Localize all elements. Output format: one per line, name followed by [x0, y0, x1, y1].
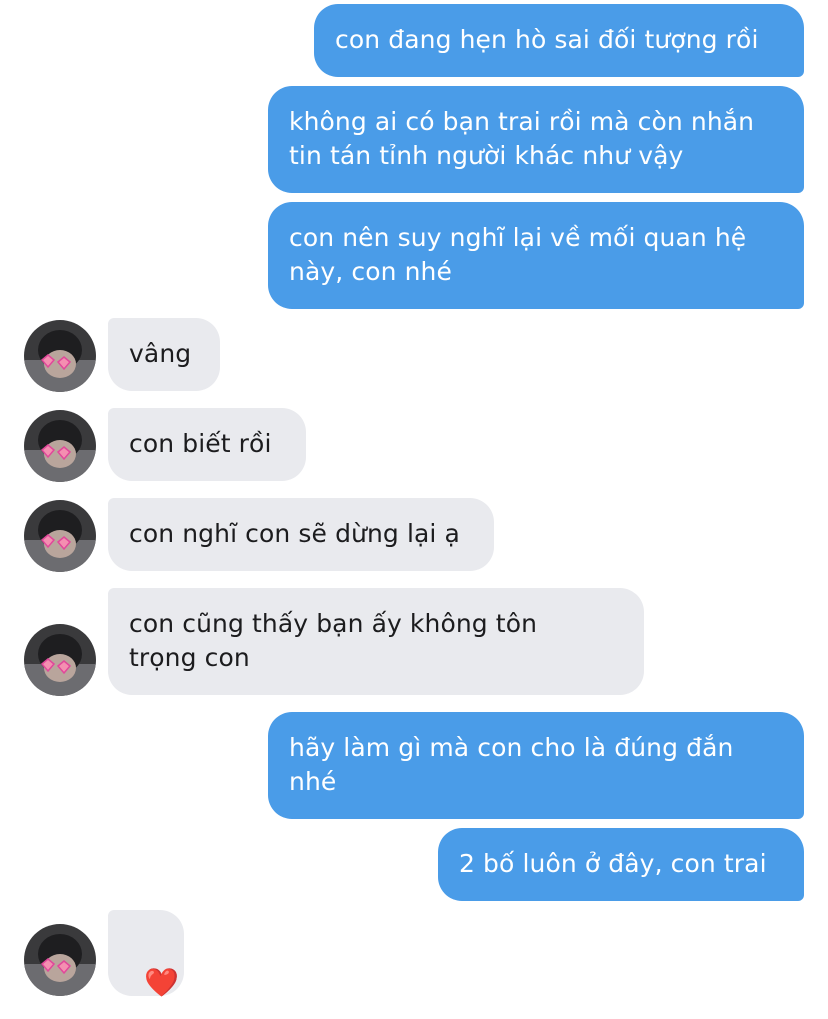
avatar-photo-icon	[24, 624, 96, 696]
message-bubble-incoming[interactable]: ❤️	[108, 910, 184, 999]
avatar-photo-icon	[24, 500, 96, 572]
contact-avatar	[24, 500, 96, 572]
message-bubble-outgoing[interactable]: không ai có bạn trai rồi mà còn nhắn tin…	[268, 86, 804, 193]
message-bubble-outgoing[interactable]: 2 bố luôn ở đây, con trai	[438, 828, 804, 901]
message-bubble-incoming[interactable]: con biết rồi	[108, 408, 306, 481]
contact-avatar	[24, 410, 96, 482]
message-bubble-outgoing[interactable]: con nên suy nghĩ lại về mối quan hệ này,…	[268, 202, 804, 309]
contact-avatar	[24, 320, 96, 392]
message-bubble-incoming[interactable]: con cũng thấy bạn ấy không tôn trọng con	[108, 588, 644, 695]
heart-icon: ❤️	[144, 966, 180, 999]
message-bubble-incoming[interactable]: vâng	[108, 318, 220, 391]
contact-avatar	[24, 624, 96, 696]
avatar-photo-icon	[24, 410, 96, 482]
contact-avatar	[24, 924, 96, 996]
avatar-photo-icon	[24, 924, 96, 996]
avatar-photo-icon	[24, 320, 96, 392]
message-bubble-incoming[interactable]: con nghĩ con sẽ dừng lại ạ	[108, 498, 494, 571]
message-bubble-outgoing[interactable]: con đang hẹn hò sai đối tượng rồi	[314, 4, 804, 77]
message-bubble-outgoing[interactable]: hãy làm gì mà con cho là đúng đắn nhé	[268, 712, 804, 819]
